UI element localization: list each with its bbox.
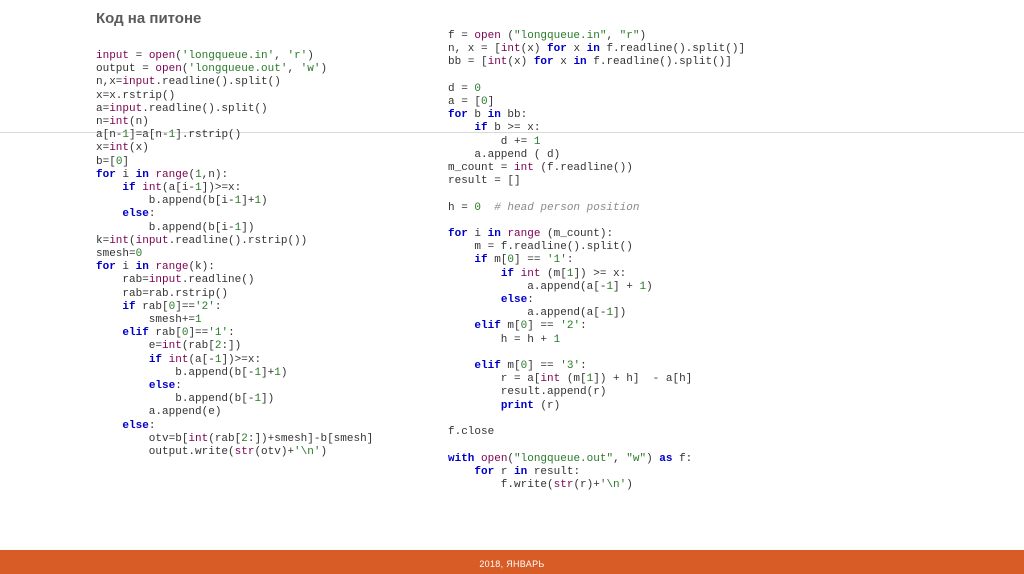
footer-bar: 2018, ЯНВАРЬ	[0, 550, 1024, 574]
slide-title: Код на питоне	[96, 10, 201, 27]
code-block-left: input = open('longqueue.in', 'r') output…	[96, 50, 373, 459]
code-block-right: f = open ("longqueue.in", "r") n, x = [i…	[448, 30, 745, 492]
footer-text: 2018, ЯНВАРЬ	[0, 559, 1024, 569]
slide: Код на питоне input = open('longqueue.in…	[0, 0, 1024, 574]
